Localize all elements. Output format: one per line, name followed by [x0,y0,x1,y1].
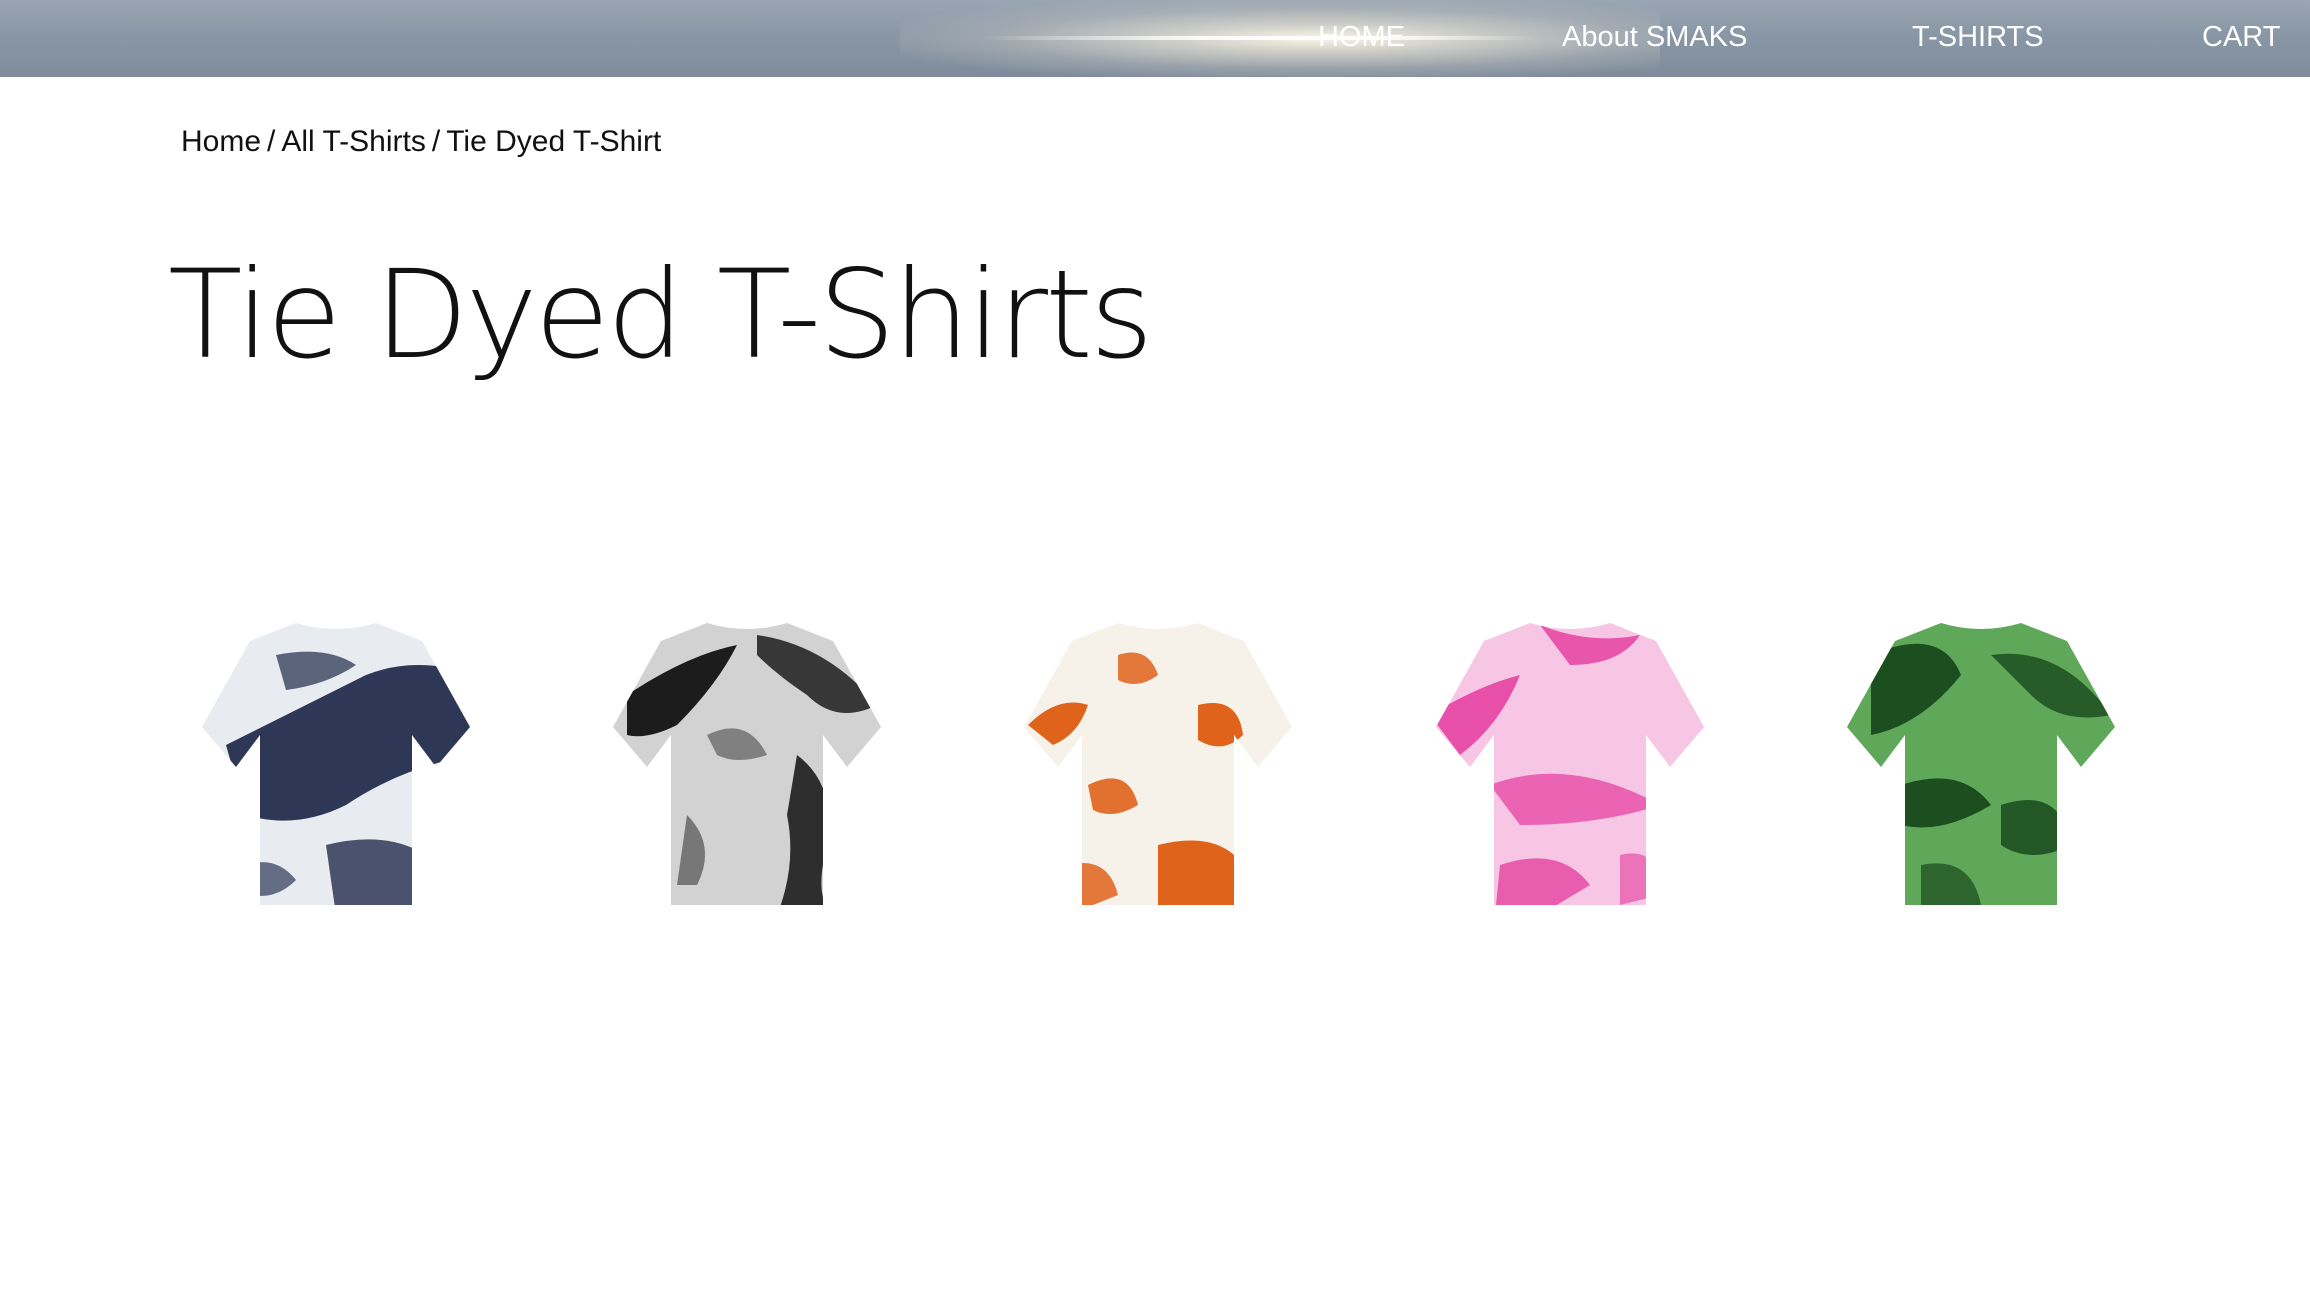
breadcrumb-current: Tie Dyed T-Shirt [446,125,662,158]
nav-home-link[interactable]: HOME [1318,0,1405,77]
tshirt-green-image [1847,623,2115,905]
product-tshirt-navy[interactable] [186,615,486,915]
breadcrumb-all-tshirts-link[interactable]: All T-Shirts [281,125,425,158]
breadcrumb: Home / All T-Shirts / Tie Dyed T-Shirt [181,125,661,159]
tshirt-black-image [613,623,881,905]
nav-about-link[interactable]: About SMAKS [1562,0,1747,77]
breadcrumb-home-link[interactable]: Home [181,125,261,158]
product-tshirt-pink[interactable] [1420,615,1720,915]
breadcrumb-separator: / [267,125,276,158]
top-navigation-bar: HOME About SMAKS T-SHIRTS CART [0,0,2310,77]
tshirt-orange-image [1024,623,1292,905]
product-tshirt-green[interactable] [1831,615,2131,915]
page-title: Tie Dyed T-Shirts [168,244,1153,386]
nav-tshirts-link[interactable]: T-SHIRTS [1912,0,2044,77]
tshirt-navy-image [202,623,470,905]
product-tshirt-orange[interactable] [1008,615,1308,915]
tshirt-pink-image [1436,623,1704,905]
header-light-streak [980,36,1540,40]
product-tshirt-black[interactable] [597,615,897,915]
nav-cart-link[interactable]: CART [2202,0,2280,77]
breadcrumb-separator: / [431,125,441,158]
